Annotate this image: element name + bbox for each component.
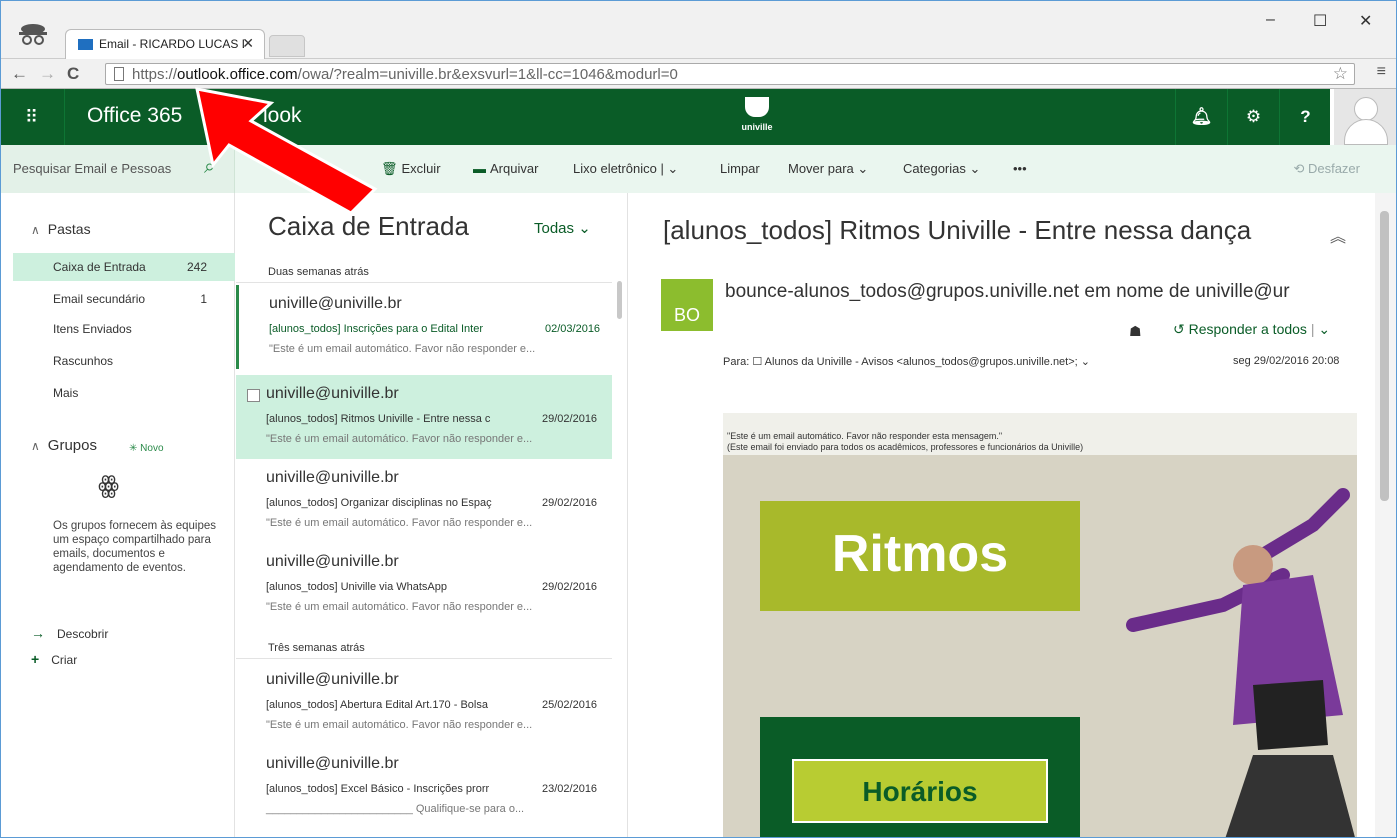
move-to-button[interactable]: Mover para ⌄ xyxy=(788,161,868,177)
list-item[interactable]: univille@univille.br [alunos_todos] Exce… xyxy=(236,745,612,829)
list-scrollbar[interactable] xyxy=(616,255,624,825)
settings-gear-icon[interactable]: ⚙ xyxy=(1227,89,1279,145)
minimize-icon[interactable]: – xyxy=(1266,11,1275,29)
maximize-icon[interactable]: ☐ xyxy=(1313,11,1327,31)
email-body: "Este é um email automático. Favor não r… xyxy=(723,413,1357,837)
tab-strip: Email - RICARDO LUCAS D ✕ – ☐ ✕ xyxy=(1,1,1396,59)
suite-name[interactable]: Office 365 xyxy=(87,104,182,128)
list-item[interactable]: univille@univille.br [alunos_todos] Ritm… xyxy=(236,375,612,459)
message-date: seg 29/02/2016 20:08 xyxy=(1233,355,1340,367)
close-window-icon[interactable]: ✕ xyxy=(1359,11,1372,31)
new-group-button[interactable]: ✳ Novo xyxy=(129,443,164,454)
junk-button[interactable]: Lixo eletrônico | ⌄ xyxy=(573,161,678,177)
avatar[interactable] xyxy=(1330,89,1396,145)
folders-header[interactable]: ∧ Pastas xyxy=(31,221,91,237)
folder-sent[interactable]: Itens Enviados xyxy=(13,315,235,343)
waffle-icon: ⠿ xyxy=(25,107,39,127)
groups-header[interactable]: ∧ Grupos xyxy=(31,437,97,454)
reading-scrollbar[interactable] xyxy=(1375,193,1396,837)
archive-button[interactable]: ▬ Arquivar xyxy=(473,161,538,176)
groups-icon: ꙮ xyxy=(98,472,120,499)
folder-more[interactable]: Mais xyxy=(13,379,235,407)
inbox-title: Caixa de Entrada xyxy=(268,211,469,241)
bookmark-star-icon[interactable]: ☆ xyxy=(1333,64,1348,84)
group-header: Três semanas atrás xyxy=(236,629,612,659)
list-item[interactable]: univille@univille.br [alunos_todos] Univ… xyxy=(236,543,612,627)
close-tab-icon[interactable]: ✕ xyxy=(242,35,254,52)
undo-button[interactable]: ⟲ Desfazer xyxy=(1293,161,1360,177)
reply-all-button[interactable]: ↺ Responder a todos | ⌄ xyxy=(1173,321,1330,338)
groups-description: Os grupos fornecem às equipes um espaço … xyxy=(53,520,217,574)
url-text: https://outlook.office.com/owa/?realm=un… xyxy=(132,66,678,83)
trash-icon: 🗑︎ xyxy=(381,161,398,176)
poster-title: Ritmos xyxy=(760,501,1080,611)
help-icon[interactable]: ? xyxy=(1279,89,1331,145)
discover-link[interactable]: → Descobrir xyxy=(31,625,108,641)
poster-schedule-box: Horários xyxy=(760,717,1080,837)
categories-button[interactable]: Categorias ⌄ xyxy=(903,161,980,177)
browser-window: Email - RICARDO LUCAS D ✕ – ☐ ✕ ← → C ht… xyxy=(0,0,1397,838)
auto-notice: "Este é um email automático. Favor não r… xyxy=(727,431,1084,452)
select-checkbox[interactable] xyxy=(247,389,260,402)
browser-menu-icon[interactable]: ≡ xyxy=(1377,63,1386,81)
univille-logo: univille xyxy=(737,97,777,137)
search-input[interactable]: Pesquisar Email e Pessoas xyxy=(13,161,171,176)
url-bar[interactable]: https://outlook.office.com/owa/?realm=un… xyxy=(105,63,1355,85)
folder-drafts[interactable]: Rascunhos xyxy=(13,347,235,375)
browser-tab[interactable]: Email - RICARDO LUCAS D ✕ xyxy=(65,29,265,59)
archive-icon: ▬ xyxy=(473,161,486,176)
create-link[interactable]: + Criar xyxy=(31,651,77,667)
folder-pane: ∧ Pastas Caixa de Entrada 242 Email secund… xyxy=(1,193,235,837)
incognito-icon xyxy=(19,24,47,45)
reload-icon[interactable]: C xyxy=(67,64,79,84)
group-header: Duas semanas atrás xyxy=(236,253,612,283)
recipients: Para: ☐ Alunos da Univille - Avisos <alu… xyxy=(723,356,1090,368)
back-icon[interactable]: ← xyxy=(11,64,28,84)
list-item[interactable]: univille@univille.br [alunos_todos] Insc… xyxy=(236,285,612,369)
folder-inbox[interactable]: Caixa de Entrada 242 xyxy=(13,253,235,281)
list-item[interactable]: univille@univille.br [alunos_todos] Aber… xyxy=(236,661,612,745)
filter-dropdown[interactable]: Todas ⌄ xyxy=(534,219,591,237)
list-item[interactable]: univille@univille.br [alunos_todos] Orga… xyxy=(236,459,612,543)
clear-button[interactable]: Limpar xyxy=(720,161,760,176)
collapse-icon[interactable]: ︽ xyxy=(1330,223,1346,247)
folder-secondary[interactable]: Email secundário 1 xyxy=(13,285,235,313)
notifications-bell-icon[interactable]: 🔔︎ xyxy=(1175,89,1227,145)
message-subject: [alunos_todos] Ritmos Univille - Entre n… xyxy=(663,215,1252,245)
message-list: Caixa de Entrada Todas ⌄ Duas semanas at… xyxy=(236,193,628,837)
sender-name[interactable]: bounce-alunos_todos@grupos.univille.net … xyxy=(725,281,1290,303)
dancer-illustration xyxy=(1126,488,1355,837)
sender-avatar: BO xyxy=(661,279,713,331)
page-icon xyxy=(114,67,124,81)
reading-pane: [alunos_todos] Ritmos Univille - Entre n… xyxy=(629,193,1375,837)
new-tab-button[interactable] xyxy=(269,35,305,57)
annotation-arrow xyxy=(195,87,378,215)
mail-icon xyxy=(78,39,93,50)
delete-button[interactable]: 🗑︎ Excluir xyxy=(381,161,441,177)
like-icon[interactable]: ☗ xyxy=(1129,323,1142,340)
poster-hours: Horários xyxy=(792,759,1048,823)
forward-icon[interactable]: → xyxy=(39,64,56,84)
app-launcher-button[interactable]: ⠿ xyxy=(1,89,65,145)
poster-image: Ritmos Horários xyxy=(723,455,1357,837)
tab-title: Email - RICARDO LUCAS D xyxy=(99,37,244,51)
more-actions-button[interactable]: ••• xyxy=(1013,161,1027,176)
